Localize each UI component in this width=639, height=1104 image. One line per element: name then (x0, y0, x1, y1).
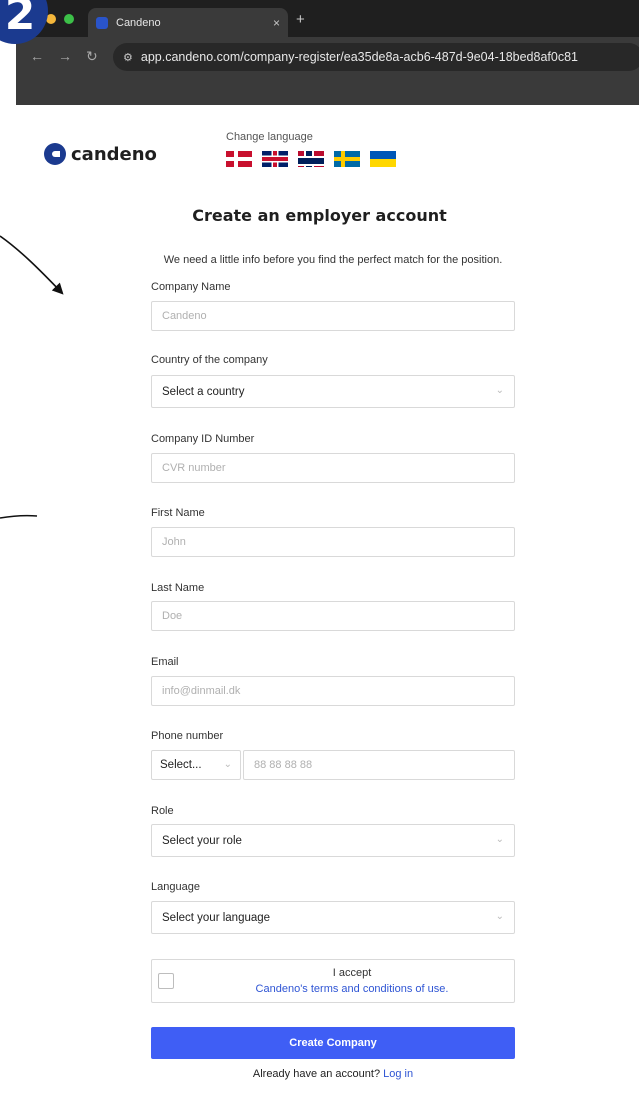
last-name-input[interactable]: Doe (151, 601, 515, 631)
language-label: Language (151, 881, 200, 893)
uk-flag-icon[interactable] (262, 151, 288, 167)
norwegian-flag-icon[interactable] (298, 151, 324, 167)
company-name-label: Company Name (151, 281, 231, 293)
site-info-icon[interactable]: ⚙ (123, 51, 133, 64)
logo-wordmark: candeno (71, 143, 157, 165)
language-select-value: Select your language (162, 911, 271, 924)
last-name-label: Last Name (151, 582, 205, 594)
browser-tab[interactable]: Candeno × (88, 8, 288, 37)
role-select[interactable]: Select your role ⌄ (151, 824, 515, 857)
tab-title: Candeno (116, 16, 161, 29)
url-text: app.candeno.com/company-register/ea35de8… (140, 50, 578, 64)
create-company-button[interactable]: Create Company (151, 1027, 515, 1059)
country-select-value: Select a country (162, 385, 245, 398)
phone-number-input[interactable]: 88 88 88 88 (243, 750, 515, 780)
country-label: Country of the company (151, 354, 268, 366)
company-id-label: Company ID Number (151, 433, 255, 445)
phone-prefix-value: Select... (160, 759, 202, 771)
danish-flag-icon[interactable] (226, 151, 252, 167)
phone-number-label: Phone number (151, 730, 224, 742)
reload-icon[interactable]: ↻ (86, 48, 98, 65)
swedish-flag-icon[interactable] (334, 151, 360, 167)
login-prompt: Already have an account? Log in (0, 1068, 639, 1080)
role-select-value: Select your role (162, 834, 242, 847)
email-label: Email (151, 656, 179, 668)
terms-and-conditions-link[interactable]: Candeno's terms and conditions of use. (192, 981, 512, 997)
login-prompt-text: Already have an account? (252, 1068, 381, 1080)
back-arrow-icon[interactable]: ← (30, 48, 44, 64)
chevron-down-icon: ⌄ (495, 385, 504, 396)
candeno-logo[interactable]: candeno (44, 143, 157, 165)
ukrainian-flag-icon[interactable] (370, 151, 396, 167)
candeno-logo-icon (44, 143, 66, 165)
phone-country-code-select[interactable]: Select... ⌄ (151, 750, 241, 780)
role-label: Role (151, 805, 174, 817)
close-tab-icon[interactable]: × (273, 16, 280, 30)
terms-text: I accept Candeno's terms and conditions … (192, 965, 512, 997)
chevron-down-icon: ⌄ (495, 834, 504, 845)
accept-terms-checkbox[interactable] (158, 973, 174, 989)
maximize-window-button[interactable] (64, 14, 74, 24)
email-input[interactable]: info@dinmail.dk (151, 676, 515, 706)
accept-label: I accept (332, 967, 372, 979)
terms-acceptance-box: I accept Candeno's terms and conditions … (151, 959, 515, 1003)
first-name-label: First Name (151, 507, 205, 519)
language-select[interactable]: Select your language ⌄ (151, 901, 515, 934)
first-name-input[interactable]: John (151, 527, 515, 557)
page-subtitle: We need a little info before you find th… (163, 254, 503, 266)
language-flags (226, 151, 396, 167)
chevron-down-icon: ⌄ (223, 759, 232, 770)
company-id-input[interactable]: CVR number (151, 453, 515, 483)
country-select[interactable]: Select a country ⌄ (151, 375, 515, 408)
forward-arrow-icon[interactable]: → (58, 48, 72, 64)
company-name-input[interactable]: Candeno (151, 301, 515, 331)
page-title: Create an employer account (192, 206, 447, 225)
candeno-favicon-icon (96, 16, 108, 29)
chevron-down-icon: ⌄ (495, 911, 504, 922)
new-tab-button[interactable]: + (296, 11, 305, 28)
browser-toolbar: ← → ↻ ⚙ app.candeno.com/company-register… (16, 37, 639, 77)
log-in-link[interactable]: Log in (383, 1068, 413, 1080)
tab-bar: Candeno × + (16, 0, 639, 37)
change-language-label: Change language (226, 131, 313, 143)
bookmark-bar (16, 77, 639, 105)
address-bar[interactable]: ⚙ app.candeno.com/company-register/ea35d… (113, 43, 639, 71)
